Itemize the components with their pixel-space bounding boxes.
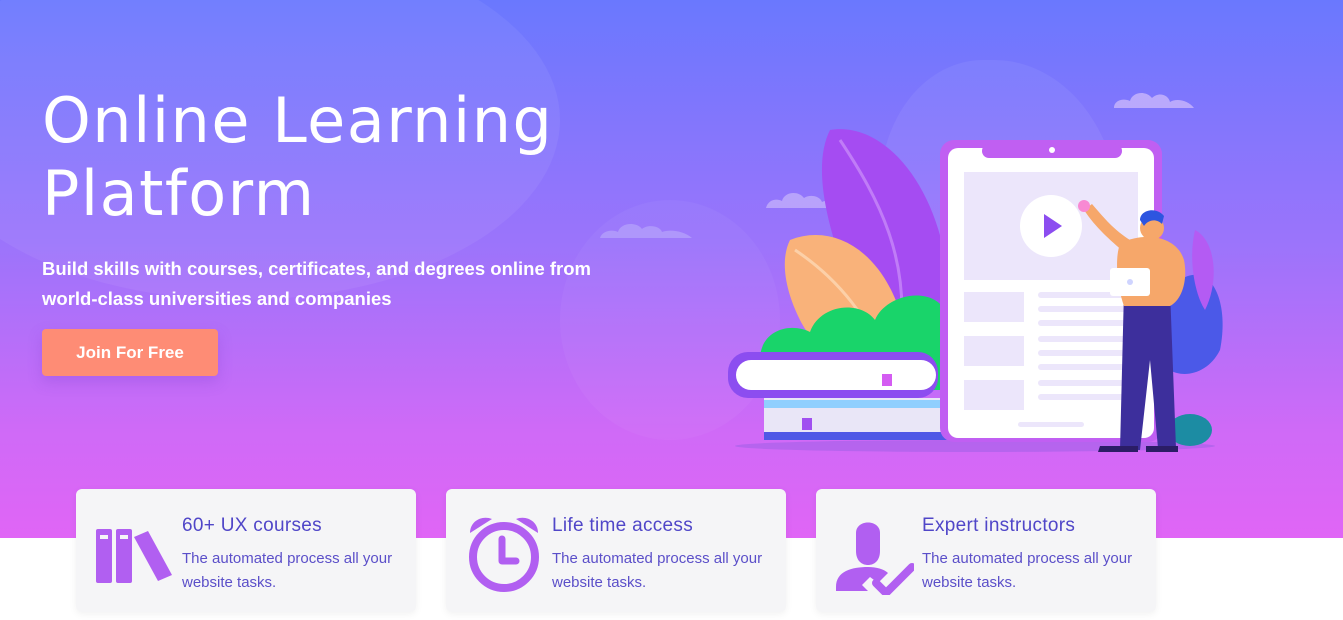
feature-description: The automated process all your website ta… [552,550,763,591]
feature-title: 60+ UX courses [182,515,322,536]
feature-title: Life time access [552,515,694,536]
join-for-free-button[interactable]: Join For Free [42,329,218,376]
alarm-clock-icon [469,517,539,592]
feature-title: Expert instructors [922,515,1076,536]
page-title: Online Learning Platform [42,84,554,230]
feature-description: The automated process all your website ta… [182,550,393,591]
feature-description: The automated process all your website ta… [922,550,1133,591]
feature-card-access: Life time access The automated process a… [446,489,786,612]
online-learning-illustration [728,129,1223,452]
cloud-icon [600,223,692,238]
hero-section: Online Learning Platform Build skills wit… [0,0,1343,538]
books-icon [96,529,172,583]
instructor-check-icon [836,522,914,595]
feature-card-courses: 60+ UX courses The automated process all… [76,489,416,612]
feature-card-instructors: Expert instructors The automated process… [816,489,1156,612]
hero-subtitle: Build skills with courses, certificates,… [42,258,591,309]
